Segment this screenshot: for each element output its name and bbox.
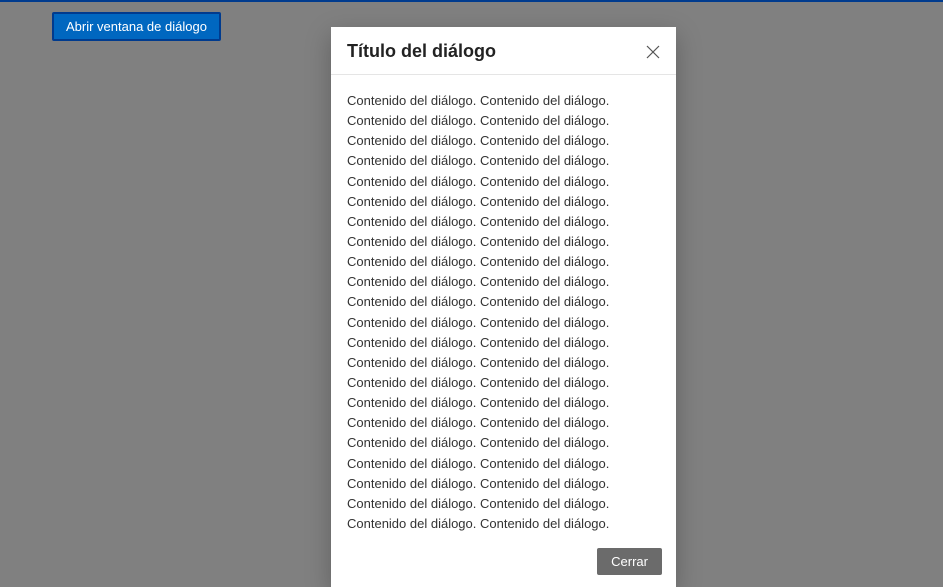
- dialog-header: Título del diálogo: [331, 27, 676, 75]
- dialog: Título del diálogo Contenido del diálogo…: [331, 27, 676, 587]
- dialog-title: Título del diálogo: [347, 41, 496, 62]
- close-button[interactable]: Cerrar: [597, 548, 662, 575]
- dialog-footer: Cerrar: [331, 538, 676, 587]
- open-dialog-button[interactable]: Abrir ventana de diálogo: [52, 12, 221, 41]
- dialog-content[interactable]: Contenido del diálogo. Contenido del diá…: [331, 75, 676, 538]
- close-icon[interactable]: [646, 45, 660, 59]
